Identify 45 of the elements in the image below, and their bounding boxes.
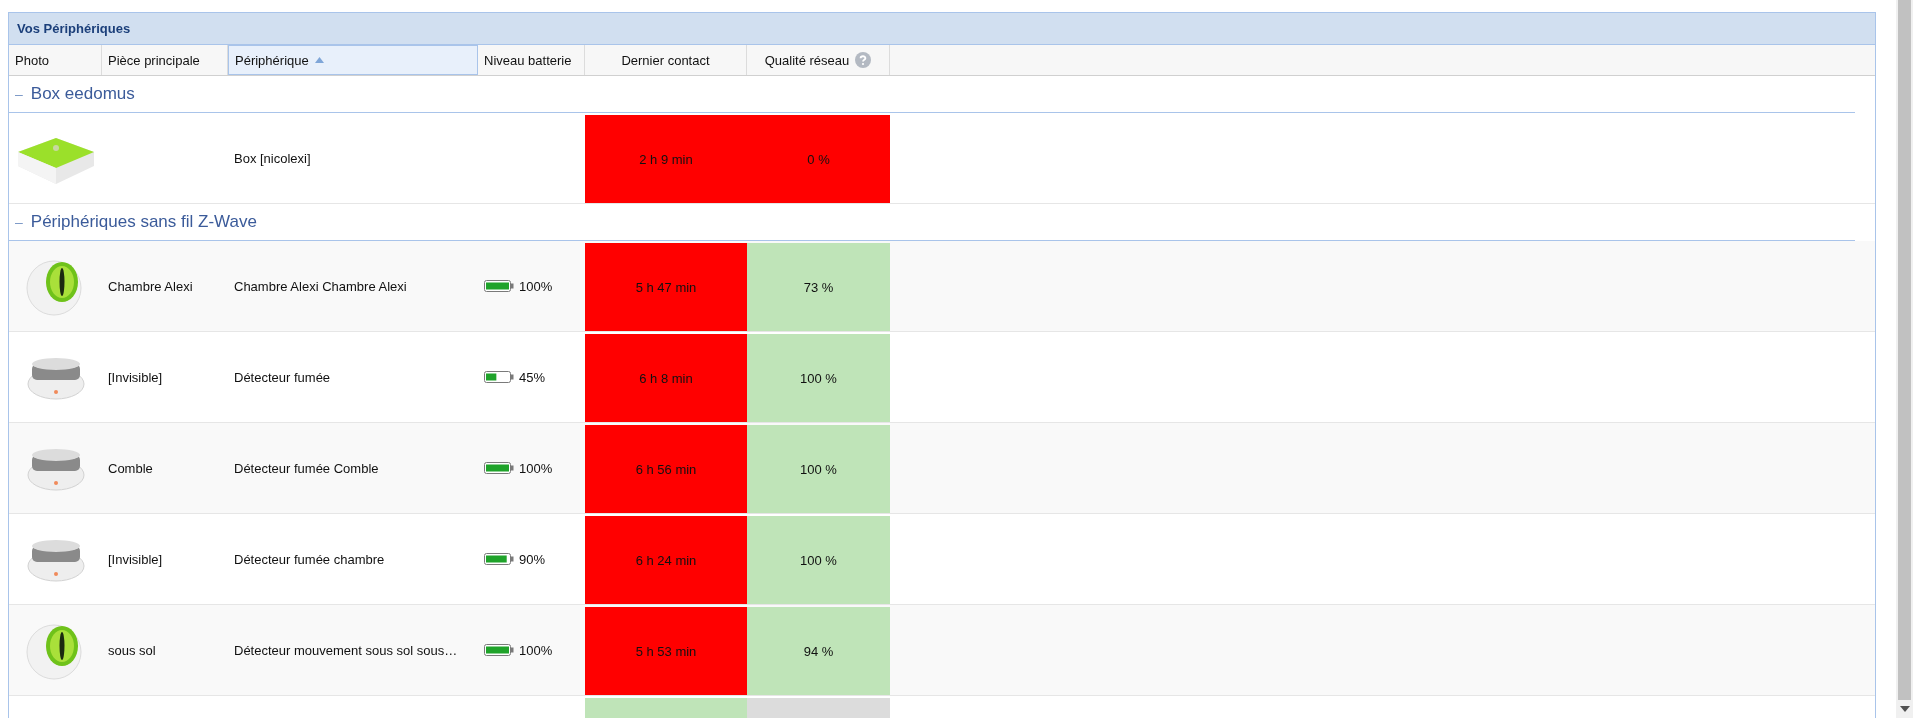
column-header[interactable]: Photo — [9, 45, 102, 75]
battery-percent: 90% — [519, 551, 546, 567]
battery-icon — [484, 553, 514, 565]
room-text: [Invisible] — [108, 369, 163, 385]
battery-icon — [484, 371, 514, 383]
column-header[interactable]: Niveau batterie — [478, 45, 585, 75]
battery-percent: 100% — [519, 642, 553, 658]
scroll-down-icon[interactable] — [1899, 706, 1910, 712]
column-header[interactable]: Dernier contact — [585, 45, 747, 75]
last-contact-cell: 6 h 24 min — [585, 516, 747, 604]
room-text: sous sol — [108, 642, 156, 658]
battery-icon — [484, 644, 514, 656]
battery-percent: 100% — [519, 460, 553, 476]
panel-title: Vos Périphériques — [9, 13, 1875, 45]
group-title: Box eedomus — [30, 84, 135, 104]
scrollbar[interactable] — [1896, 0, 1913, 718]
last-contact-cell: 5 h 47 min — [585, 243, 747, 331]
column-header[interactable]: Qualité réseau — [747, 45, 890, 75]
network-quality-cell: 100 % — [747, 334, 890, 422]
group-title: Périphériques sans fil Z-Wave — [30, 212, 257, 232]
network-quality-cell: 100 % — [747, 516, 890, 604]
device-name: Détecteur fumée — [234, 369, 331, 385]
network-quality-cell: 73 % — [747, 243, 890, 331]
battery-icon — [484, 280, 514, 292]
sort-ascending-icon — [314, 57, 324, 63]
device-name: Chambre Alexi Chambre Alexi — [234, 278, 407, 294]
room-text: [Invisible] — [108, 551, 163, 567]
room-text: Comble — [108, 460, 153, 476]
last-contact-cell: 6 h 8 min — [585, 334, 747, 422]
device-name: Box [nicolexi] — [234, 150, 311, 166]
room-text: Chambre Alexi — [108, 278, 193, 294]
battery-percent: 100% — [519, 278, 553, 294]
battery-percent: 45% — [519, 369, 546, 385]
last-contact-cell: 2 h 9 min — [585, 115, 747, 203]
last-contact-cell: 5 h 53 min — [585, 607, 747, 695]
help-icon[interactable] — [855, 52, 872, 68]
network-quality-cell: 94 % — [747, 607, 890, 695]
column-header[interactable]: Périphérique — [228, 45, 478, 75]
network-quality-cell: 0 % — [747, 115, 890, 203]
device-name: Détecteur mouvement sous sol sous… — [234, 642, 458, 658]
battery-icon — [484, 462, 514, 474]
device-name: Détecteur fumée chambre — [234, 551, 385, 567]
last-contact-cell: 6 h 56 min — [585, 425, 747, 513]
device-name: Détecteur fumée Comble — [234, 460, 379, 476]
network-quality-cell: 100 % — [747, 425, 890, 513]
